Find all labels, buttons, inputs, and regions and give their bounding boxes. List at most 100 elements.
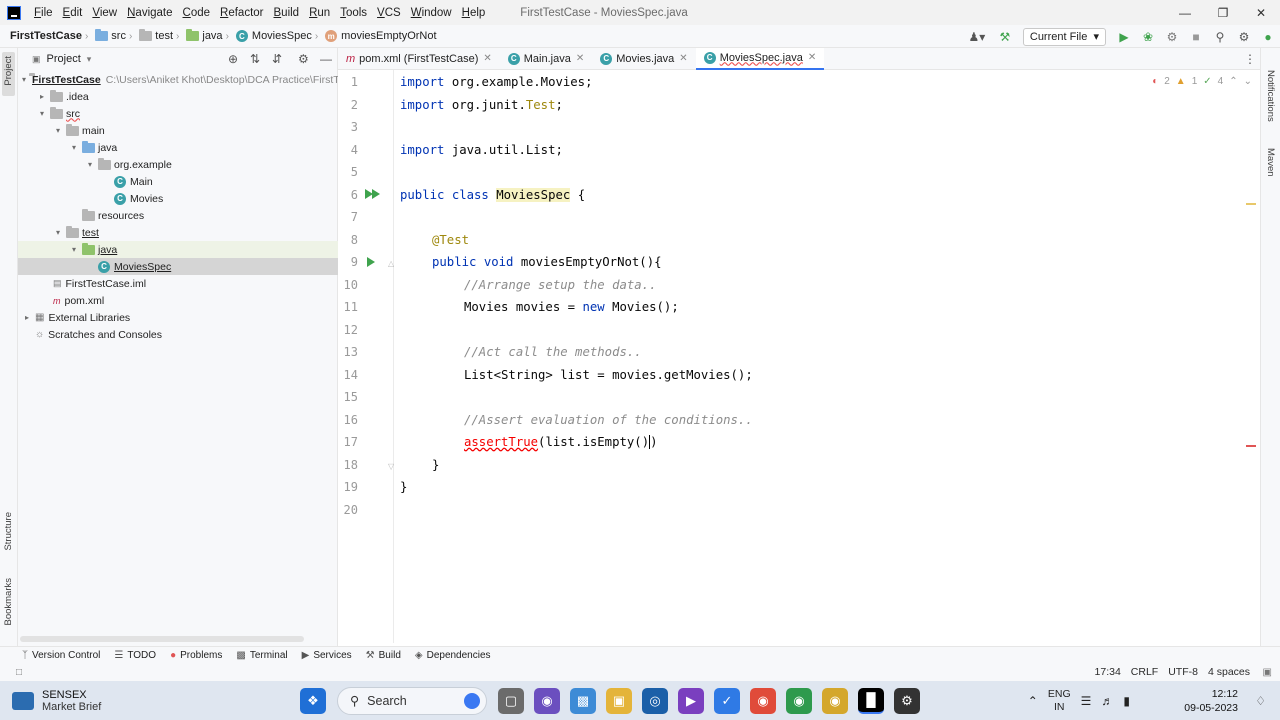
menu-edit[interactable]: Edit [58, 7, 88, 19]
notifications-tool-label[interactable]: Notifications [1265, 70, 1276, 122]
horizontal-scrollbar[interactable] [20, 636, 304, 642]
search-everywhere-icon[interactable]: ⚲ [1209, 27, 1231, 47]
menu-file[interactable]: File [29, 7, 58, 19]
tree-row-pom[interactable]: m pom.xml [18, 292, 338, 309]
structure-tool-label[interactable]: Structure [3, 512, 14, 551]
tree-row-project-root[interactable]: ▾ FirstTestCase C:\Users\Aniket Khot\Des… [18, 71, 340, 88]
clipchamp-icon[interactable]: ▶ [678, 687, 704, 714]
coverage-icon[interactable]: ⚙ [1161, 27, 1183, 47]
tree-row-iml[interactable]: ▤ FirstTestCase.iml [18, 275, 338, 292]
settings-app-icon[interactable]: ⚙ [894, 687, 920, 714]
tab-moviesspec[interactable]: C MoviesSpec.java ✕ [695, 47, 825, 70]
close-window-button[interactable]: ✕ [1242, 0, 1280, 25]
teams-icon[interactable]: ◉ [534, 687, 560, 714]
clock[interactable]: 12:12 09-05-2023 [1184, 687, 1238, 715]
expand-all-icon[interactable]: ⇅ [250, 52, 260, 66]
tree-row-src[interactable]: ▾ src [18, 105, 338, 122]
menu-tools[interactable]: Tools [335, 7, 372, 19]
menu-navigate[interactable]: Navigate [122, 7, 177, 19]
close-icon[interactable]: ✕ [576, 53, 584, 64]
code-editor[interactable]: import org.example.Movies; import org.ju… [394, 70, 1260, 643]
warning-marker[interactable] [1246, 203, 1256, 205]
wifi-icon[interactable]: ☰ [1081, 694, 1092, 708]
tab-main[interactable]: C Main.java ✕ [500, 48, 592, 70]
chrome-icon[interactable]: ◉ [750, 687, 776, 714]
chevron-up-icon[interactable]: ⌃ [1028, 694, 1038, 708]
chrome-alt-icon[interactable]: ◉ [822, 687, 848, 714]
tree-row-test[interactable]: ▾ test [18, 224, 338, 241]
build-tool[interactable]: ⚒ Build [366, 650, 401, 661]
user-account-icon[interactable]: ♟▾ [962, 27, 992, 47]
menu-refactor[interactable]: Refactor [215, 7, 268, 19]
windows-start-icon[interactable]: ❖ [300, 687, 326, 714]
tree-row-main-java[interactable]: ▾ java [18, 139, 338, 156]
chevron-down-icon[interactable]: ▾ [87, 54, 92, 65]
run-class-icon[interactable] [372, 189, 382, 199]
run-configuration-select[interactable]: Current File ▾ [1022, 27, 1106, 46]
tree-row-test-java[interactable]: ▾ java [18, 241, 338, 258]
tab-movies[interactable]: C Movies.java ✕ [592, 48, 695, 70]
market-widget[interactable]: SENSEX Market Brief [12, 689, 272, 713]
webex-icon[interactable]: ◎ [642, 687, 668, 714]
settings-gear-icon[interactable]: ⚙ [1233, 27, 1255, 47]
breadcrumb-class[interactable]: C MoviesSpec [232, 30, 312, 42]
tree-row-movies-class[interactable]: C Movies [18, 190, 338, 207]
menu-vcs[interactable]: VCS [372, 7, 406, 19]
minimize-button[interactable]: — [1166, 0, 1204, 25]
close-icon[interactable]: ✕ [483, 53, 491, 64]
close-icon[interactable]: ✕ [679, 53, 687, 64]
ide-update-icon[interactable]: ● [1257, 27, 1279, 47]
menu-window[interactable]: Window [406, 7, 457, 19]
breadcrumb-project[interactable]: FirstTestCase [0, 30, 82, 42]
file-encoding[interactable]: UTF-8 [1168, 666, 1198, 678]
run-test-icon[interactable] [367, 257, 377, 267]
bookmarks-tool-label[interactable]: Bookmarks [3, 578, 14, 626]
menu-view[interactable]: View [87, 7, 122, 19]
tab-pom[interactable]: m pom.xml (FirstTestCase) ✕ [338, 48, 500, 70]
menu-code[interactable]: Code [178, 7, 216, 19]
notification-bell-icon[interactable]: ♢ [1255, 694, 1266, 708]
project-panel-title[interactable]: Project [47, 53, 81, 65]
chevron-up-icon[interactable]: ⌃ [1229, 76, 1237, 87]
tree-row-scratches[interactable]: ☼ Scratches and Consoles [18, 326, 338, 343]
indent-setting[interactable]: 4 spaces [1208, 666, 1250, 678]
problems-tool[interactable]: ● Problems [170, 650, 222, 661]
build-hammer-icon[interactable]: ⚒ [994, 27, 1016, 47]
battery-icon[interactable]: ▮ [1123, 694, 1130, 708]
taskbar-search[interactable]: ⚲ Search [337, 686, 487, 715]
tool-windows-toggle-icon[interactable]: □ [16, 667, 22, 678]
breadcrumb-java[interactable]: java [182, 29, 223, 42]
task-view-icon[interactable]: ▢ [498, 687, 524, 714]
language-indicator[interactable]: ENG IN [1048, 688, 1071, 714]
tree-row-resources[interactable]: resources [18, 207, 338, 224]
breadcrumb-method[interactable]: m moviesEmptyOrNot [321, 30, 437, 42]
volume-icon[interactable]: ♬ [1101, 694, 1113, 708]
error-marker[interactable] [1246, 445, 1256, 447]
maven-tool-label[interactable]: Maven [1265, 148, 1276, 177]
stop-icon[interactable]: ■ [1185, 27, 1207, 47]
todo-app-icon[interactable]: ✓ [714, 687, 740, 714]
hide-panel-icon[interactable]: — [320, 52, 332, 66]
photos-icon[interactable]: ▩ [570, 687, 596, 714]
lock-icon[interactable]: ▣ [1263, 667, 1272, 678]
inspections-widget[interactable]: ◐ 2 ▲ 1 ✓ 4 ⌃ ⌄ [1152, 76, 1252, 87]
menu-run[interactable]: Run [304, 7, 335, 19]
line-separator[interactable]: CRLF [1131, 666, 1158, 678]
version-control-tool[interactable]: ᛉ Version Control [22, 650, 100, 661]
menu-help[interactable]: Help [457, 7, 491, 19]
dependencies-tool[interactable]: ◈ Dependencies [415, 650, 491, 661]
menu-build[interactable]: Build [269, 7, 305, 19]
breadcrumb-test[interactable]: test [135, 29, 173, 42]
maximize-button[interactable]: ❐ [1204, 0, 1242, 25]
tree-row-moviesspec[interactable]: C MoviesSpec [18, 258, 338, 275]
debug-icon[interactable]: ❀ [1137, 27, 1159, 47]
tree-row-org-example[interactable]: ▾ org.example [18, 156, 338, 173]
select-opened-file-icon[interactable]: ⊕ [228, 52, 238, 66]
terminal-tool[interactable]: ▩ Terminal [236, 650, 287, 661]
options-gear-icon[interactable]: ⚙ [298, 52, 309, 66]
tree-row-external-libraries[interactable]: ▸ ▦ External Libraries [18, 309, 338, 326]
tab-more-icon[interactable]: ⋮ [1244, 52, 1256, 66]
chrome-profile-icon[interactable]: ◉ [786, 687, 812, 714]
tree-row-idea[interactable]: ▸ .idea [18, 88, 338, 105]
collapse-all-icon[interactable]: ⇵ [272, 52, 282, 66]
